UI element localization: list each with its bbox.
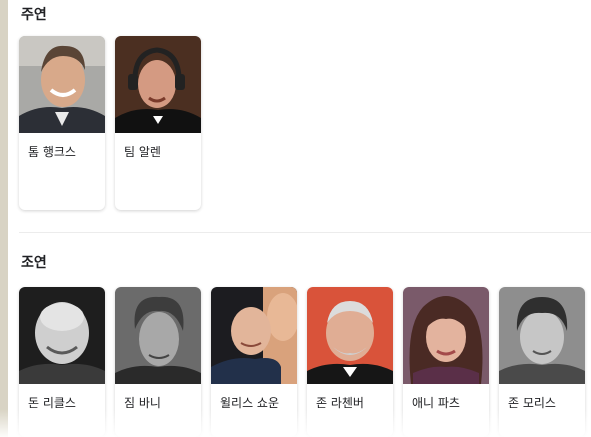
cast-card-tim-allen[interactable]: 팀 알렌	[115, 36, 201, 210]
person-photo	[19, 287, 105, 384]
person-photo	[307, 287, 393, 384]
cast-name: 팀 알렌	[124, 145, 161, 159]
person-photo	[403, 287, 489, 384]
cast-name: 존 모리스	[508, 396, 556, 410]
bottom-fade	[0, 409, 591, 437]
cast-name: 짐 바니	[124, 396, 161, 410]
left-edge-strip	[0, 0, 8, 437]
section-divider	[19, 232, 591, 233]
cast-name: 애니 파츠	[412, 396, 460, 410]
person-photo	[19, 36, 105, 133]
cast-name: 돈 리클스	[28, 396, 76, 410]
person-photo	[499, 287, 585, 384]
main-cast-row: 톰 행크스 팀 알렌	[19, 36, 201, 210]
person-photo	[211, 287, 297, 384]
cast-name: 톰 행크스	[28, 145, 76, 159]
cast-name: 윌리스 쇼운	[220, 396, 280, 410]
supporting-cast-heading: 조연	[21, 255, 47, 271]
cast-card-tom-hanks[interactable]: 톰 행크스	[19, 36, 105, 210]
main-cast-heading: 주연	[21, 7, 47, 23]
person-photo	[115, 36, 201, 133]
person-photo	[115, 287, 201, 384]
cast-name: 존 라첸버	[316, 396, 364, 410]
